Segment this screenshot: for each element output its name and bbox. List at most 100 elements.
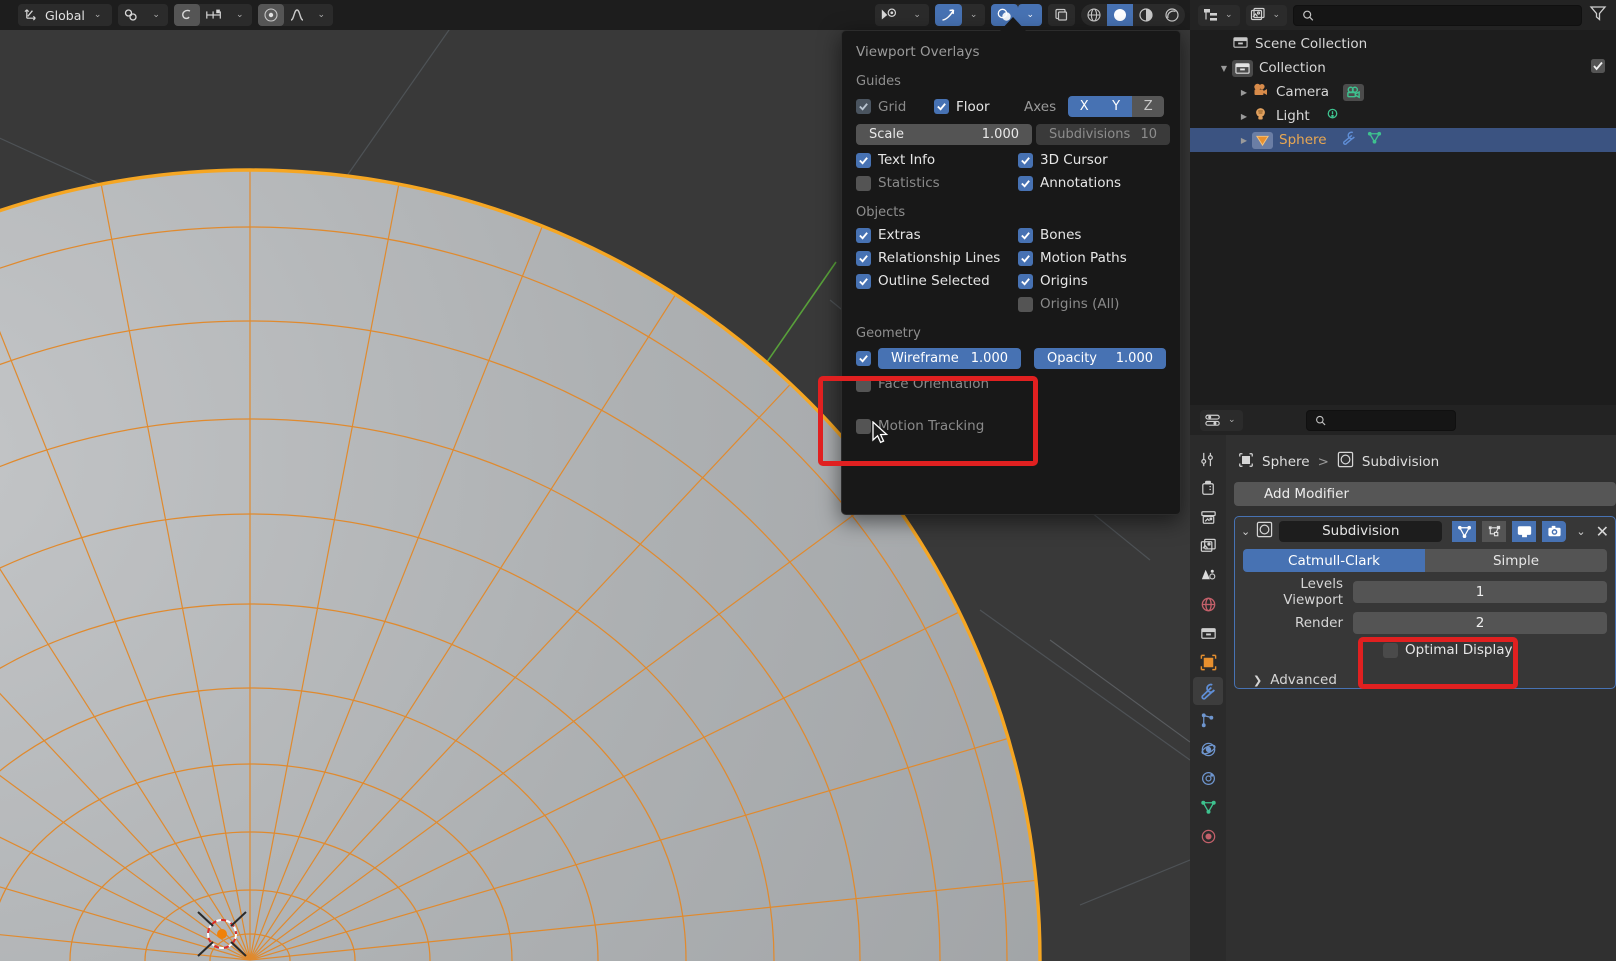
outliner-row-light[interactable]: ▶ Light (1190, 104, 1616, 128)
properties-tab-physics[interactable] (1193, 735, 1223, 763)
sphere-disclosure-icon[interactable]: ▶ (1236, 136, 1252, 145)
properties-tab-scene[interactable] (1193, 561, 1223, 589)
properties-tab-collection[interactable] (1193, 619, 1223, 647)
snap-increment-button[interactable] (200, 4, 228, 26)
statistics-checkbox[interactable] (856, 175, 871, 191)
origins-all-checkbox[interactable] (1018, 296, 1033, 312)
properties-tab-constraints[interactable] (1193, 764, 1223, 792)
origins-checkbox[interactable] (1018, 273, 1033, 289)
face-orientation-checkbox[interactable] (856, 376, 871, 392)
optimal-display-checkbox[interactable] (1383, 642, 1398, 658)
extras-checkbox[interactable] (856, 227, 871, 243)
add-modifier-button[interactable]: Add Modifier (1234, 482, 1616, 506)
modifier-name-field[interactable]: Subdivision (1279, 520, 1443, 542)
properties-header[interactable]: ⌄ (1190, 405, 1616, 435)
bones-checkbox[interactable] (1018, 227, 1033, 243)
object-visibility-button[interactable] (875, 4, 905, 26)
modifier-panel-subdivision[interactable]: ⌄ Subdivision ⌄ ✕ Catmull-Clark Simple L… (1234, 516, 1616, 689)
camera-data-icons[interactable] (1342, 83, 1364, 101)
levels-viewport-field[interactable]: 1 (1353, 581, 1607, 603)
axis-x-toggle[interactable]: X (1068, 96, 1101, 117)
outliner-header[interactable]: ⌄ ⌄ (1190, 0, 1616, 30)
proportional-edit-button[interactable] (173, 4, 200, 26)
properties-type-caret[interactable]: ⌄ (1225, 415, 1239, 425)
statistics-item[interactable]: Statistics (856, 175, 1018, 191)
gizmo-toggle-button[interactable] (934, 4, 962, 26)
grid-checkbox[interactable] (856, 99, 871, 114)
wireframe-checkbox[interactable] (856, 351, 871, 366)
origins-item[interactable]: Origins (1018, 273, 1180, 289)
render-levels-field[interactable]: 2 (1353, 612, 1607, 634)
outline-selected-checkbox[interactable] (856, 273, 871, 289)
modifier-realtime-toggle[interactable] (1512, 520, 1537, 542)
properties-editor-type-button[interactable]: ⌄ (1200, 409, 1243, 431)
modifier-on-cage-toggle[interactable] (1482, 520, 1507, 542)
viewport-shading-group[interactable] (1081, 4, 1185, 26)
grid-subdivisions-field[interactable]: Subdivisions 10 (1036, 124, 1170, 145)
shading-solid-button[interactable] (1107, 4, 1133, 26)
outliner-mode-caret[interactable]: ⌄ (1222, 10, 1236, 20)
advanced-section-toggle[interactable]: ❯ Advanced (1253, 672, 1615, 688)
properties-tab-data[interactable] (1193, 793, 1223, 821)
modifier-edit-mode-toggle[interactable] (1452, 520, 1477, 542)
gizmo-group[interactable]: ⌄ (934, 4, 986, 26)
bones-item[interactable]: Bones (1018, 227, 1180, 243)
mesh-data-icon[interactable] (1366, 130, 1383, 150)
modifier-render-toggle[interactable] (1542, 520, 1567, 542)
outliner-row-collection[interactable]: ▼ Collection (1190, 56, 1616, 80)
relationship-lines-checkbox[interactable] (856, 250, 871, 266)
outliner-filter-caret[interactable]: ⌄ (1270, 10, 1284, 20)
motion-paths-item[interactable]: Motion Paths (1018, 250, 1180, 266)
outliner-filter-button[interactable] (1588, 4, 1608, 26)
viewport-overlays-popover[interactable]: Viewport Overlays Guides Grid Floor Axes (841, 30, 1181, 515)
properties-content[interactable]: Sphere > Subdivision Add Modifier ⌄ Subd… (1226, 435, 1616, 961)
light-disclosure-icon[interactable]: ▶ (1236, 112, 1252, 121)
transform-orientation-group[interactable]: Global ⌄ (18, 4, 113, 26)
properties-tab-particles[interactable] (1193, 706, 1223, 734)
proportional-falloff-group[interactable]: ⌄ (257, 4, 334, 26)
3d-cursor-item[interactable]: 3D Cursor (1018, 152, 1180, 168)
breadcrumb-modifier-label[interactable]: Subdivision (1362, 454, 1439, 470)
camera-data-icon[interactable] (1342, 83, 1364, 101)
breadcrumb-object-label[interactable]: Sphere (1262, 454, 1310, 470)
snap-magnet-button[interactable] (118, 4, 144, 26)
falloff-dropdown[interactable]: ⌄ (310, 4, 334, 26)
camera-disclosure-icon[interactable]: ▶ (1236, 88, 1252, 97)
shading-material-button[interactable] (1133, 4, 1159, 26)
grid-checkbox-item[interactable]: Grid (856, 99, 934, 115)
origins-all-item[interactable]: Origins (All) (1018, 296, 1180, 312)
optimal-display-row[interactable]: Optimal Display (1235, 642, 1615, 658)
properties-search-field[interactable] (1331, 412, 1447, 428)
collection-disclosure-icon[interactable]: ▼ (1216, 64, 1232, 73)
outliner-search-input[interactable] (1293, 4, 1582, 26)
properties-tab-object[interactable] (1193, 648, 1223, 676)
proportional-toggle-button[interactable] (257, 4, 284, 26)
outliner-row-camera[interactable]: ▶ Camera (1190, 80, 1616, 104)
transform-orientation-button[interactable]: Global ⌄ (18, 4, 112, 26)
properties-search-input[interactable] (1305, 409, 1456, 431)
snapping-dropdown[interactable]: ⌄ (144, 4, 168, 26)
relationship-lines-item[interactable]: Relationship Lines (856, 250, 1018, 266)
3d-cursor-checkbox[interactable] (1018, 152, 1033, 168)
properties-tab-render[interactable] (1193, 474, 1223, 502)
shading-rendered-button[interactable] (1159, 4, 1185, 26)
annotations-item[interactable]: Annotations (1018, 175, 1180, 191)
snap-increment-dropdown[interactable]: ⌄ (228, 4, 252, 26)
axes-toggle-group[interactable]: X Y Z (1068, 96, 1165, 117)
annotations-checkbox[interactable] (1018, 175, 1033, 191)
breadcrumb[interactable]: Sphere > Subdivision (1234, 443, 1616, 482)
proportional-edit-group[interactable]: ⌄ (173, 4, 252, 26)
floor-checkbox-item[interactable]: Floor (934, 99, 1024, 115)
outliner-row-scene-collection[interactable]: Scene Collection (1190, 32, 1616, 56)
axis-y-toggle[interactable]: Y (1100, 96, 1133, 117)
algorithm-simple[interactable]: Simple (1425, 549, 1607, 572)
text-info-checkbox[interactable] (856, 152, 871, 168)
chevron-down-icon[interactable]: ⌄ (91, 10, 105, 20)
gizmo-dropdown[interactable]: ⌄ (962, 4, 986, 26)
outliner-display-mode-button[interactable]: ⌄ (1198, 4, 1240, 26)
modifier-header[interactable]: ⌄ Subdivision ⌄ ✕ (1235, 517, 1615, 545)
collection-visibility-checkbox[interactable] (1590, 58, 1606, 78)
floor-checkbox[interactable] (934, 99, 949, 114)
motion-tracking-row[interactable]: Motion Tracking (842, 418, 1180, 434)
sphere-data-icons[interactable] (1341, 130, 1383, 150)
